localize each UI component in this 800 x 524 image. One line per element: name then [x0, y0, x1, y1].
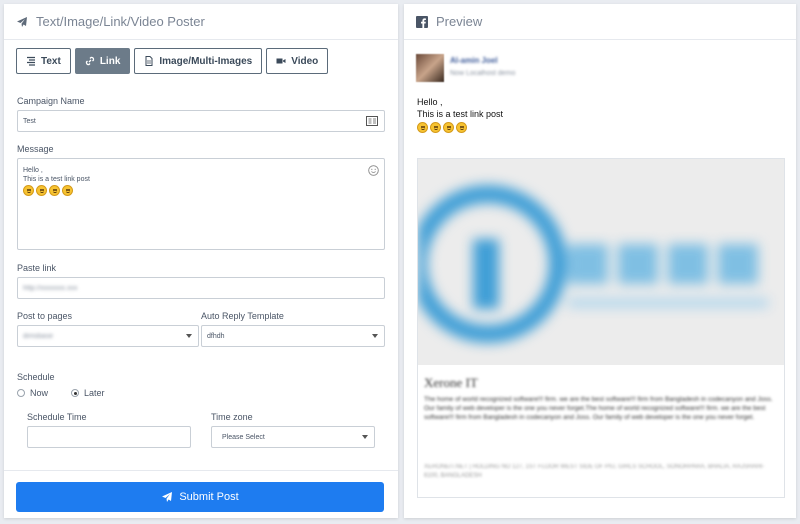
radio-later[interactable]: [71, 389, 79, 397]
tab-link-label: Link: [99, 55, 121, 67]
post-to-pages-label: Post to pages: [17, 311, 73, 321]
link-icon: [85, 56, 95, 66]
paste-link-value: http://xxxxxxx.xxx: [23, 284, 78, 292]
schedule-now-label: Now: [30, 388, 49, 398]
tab-video[interactable]: Video: [266, 48, 329, 74]
preview-emojis: [417, 121, 503, 134]
campaign-name-label: Campaign Name: [17, 96, 85, 106]
preview-panel: Preview Al-amin Joel Now Localhost demo …: [404, 4, 796, 518]
laugh-emoji-icon: [443, 122, 454, 134]
auto-reply-label: Auto Reply Template: [201, 311, 284, 321]
campaign-name-input[interactable]: Test: [17, 110, 385, 132]
tab-link[interactable]: Link: [74, 48, 131, 74]
preview-header: Preview: [404, 4, 796, 40]
poster-header: Text/Image/Link/Video Poster: [4, 4, 398, 40]
preview-line-1: Hello ,: [417, 97, 443, 107]
post-to-pages-value: dimsbase: [23, 332, 53, 340]
post-type-tabs: Text Link Image/Multi-Images Video: [16, 48, 329, 74]
laugh-emoji-icon: [49, 185, 60, 196]
video-camera-icon: [276, 58, 286, 64]
chevron-down-icon: [372, 334, 378, 338]
submit-post-button[interactable]: Submit Post: [16, 482, 384, 512]
schedule-time-input[interactable]: [27, 426, 191, 448]
radio-now[interactable]: [17, 389, 25, 397]
text-align-icon: [27, 56, 35, 66]
preview-user-name[interactable]: Al-amin Joel: [450, 56, 498, 65]
schedule-later-option[interactable]: Later: [71, 388, 105, 398]
file-image-icon: [145, 56, 153, 66]
grin-emoji-icon: [430, 122, 441, 134]
submit-post-label: Submit Post: [179, 491, 239, 503]
wink-emoji-icon: [417, 122, 428, 134]
smile-emoji-icon: [456, 122, 467, 134]
post-to-pages-select[interactable]: dimsbase: [17, 325, 199, 347]
preview-user-meta: Now Localhost demo: [450, 70, 516, 77]
schedule-now-option[interactable]: Now: [17, 388, 48, 398]
facebook-icon: [416, 15, 428, 28]
preview-title: Preview: [436, 14, 483, 29]
timezone-value: Please Select: [222, 433, 265, 441]
footer-divider: [4, 470, 398, 471]
paper-plane-icon: [17, 16, 27, 27]
chevron-down-icon: [186, 334, 192, 338]
timezone-select[interactable]: Please Select: [211, 426, 375, 448]
preview-post-text: Hello , This is a test link post: [417, 96, 504, 134]
link-preview-domain: XERONEIT.NET | HOLDING NO 127, 1ST FLOOR…: [424, 464, 765, 479]
campaign-name-value: Test: [23, 117, 36, 125]
chevron-down-icon: [362, 435, 368, 439]
preview-line-2: This is a test link post: [417, 109, 504, 119]
tab-image[interactable]: Image/Multi-Images: [134, 48, 263, 74]
paste-link-input[interactable]: http://xxxxxxx.xxx: [17, 277, 385, 299]
schedule-time-label: Schedule Time: [27, 412, 87, 422]
schedule-later-label: Later: [84, 388, 105, 398]
auto-reply-select[interactable]: dfhdh: [201, 325, 385, 347]
emoji-picker-icon[interactable]: [368, 165, 379, 176]
message-line-2: This is a test link post: [23, 176, 90, 183]
grin-emoji-icon: [36, 185, 47, 196]
tab-text[interactable]: Text: [16, 48, 71, 74]
message-textarea[interactable]: Hello , This is a test link post: [17, 158, 385, 250]
message-emojis: [23, 185, 75, 196]
link-preview-card[interactable]: Xerone IT The home of world recognized s…: [417, 158, 785, 498]
poster-panel: Text/Image/Link/Video Poster Text Link I…: [4, 4, 398, 518]
avatar: [416, 54, 444, 82]
smile-emoji-icon: [62, 185, 73, 196]
link-preview-title: Xerone IT: [424, 375, 478, 390]
link-preview-description: The home of world recognized software!!!…: [424, 396, 773, 421]
message-line-1: Hello ,: [23, 167, 43, 174]
wink-emoji-icon: [23, 185, 34, 196]
schedule-label: Schedule: [17, 372, 55, 382]
paper-plane-icon: [162, 492, 173, 502]
link-preview-image: [418, 159, 784, 365]
message-label: Message: [17, 144, 54, 154]
timezone-label: Time zone: [211, 412, 253, 422]
tab-video-label: Video: [291, 55, 319, 67]
id-card-icon: [366, 116, 378, 126]
auto-reply-value: dfhdh: [207, 332, 225, 340]
poster-title: Text/Image/Link/Video Poster: [36, 14, 205, 29]
paste-link-label: Paste link: [17, 263, 57, 273]
tab-image-label: Image/Multi-Images: [159, 55, 253, 67]
xerone-logo-image: [418, 185, 768, 343]
tab-text-label: Text: [41, 55, 61, 67]
